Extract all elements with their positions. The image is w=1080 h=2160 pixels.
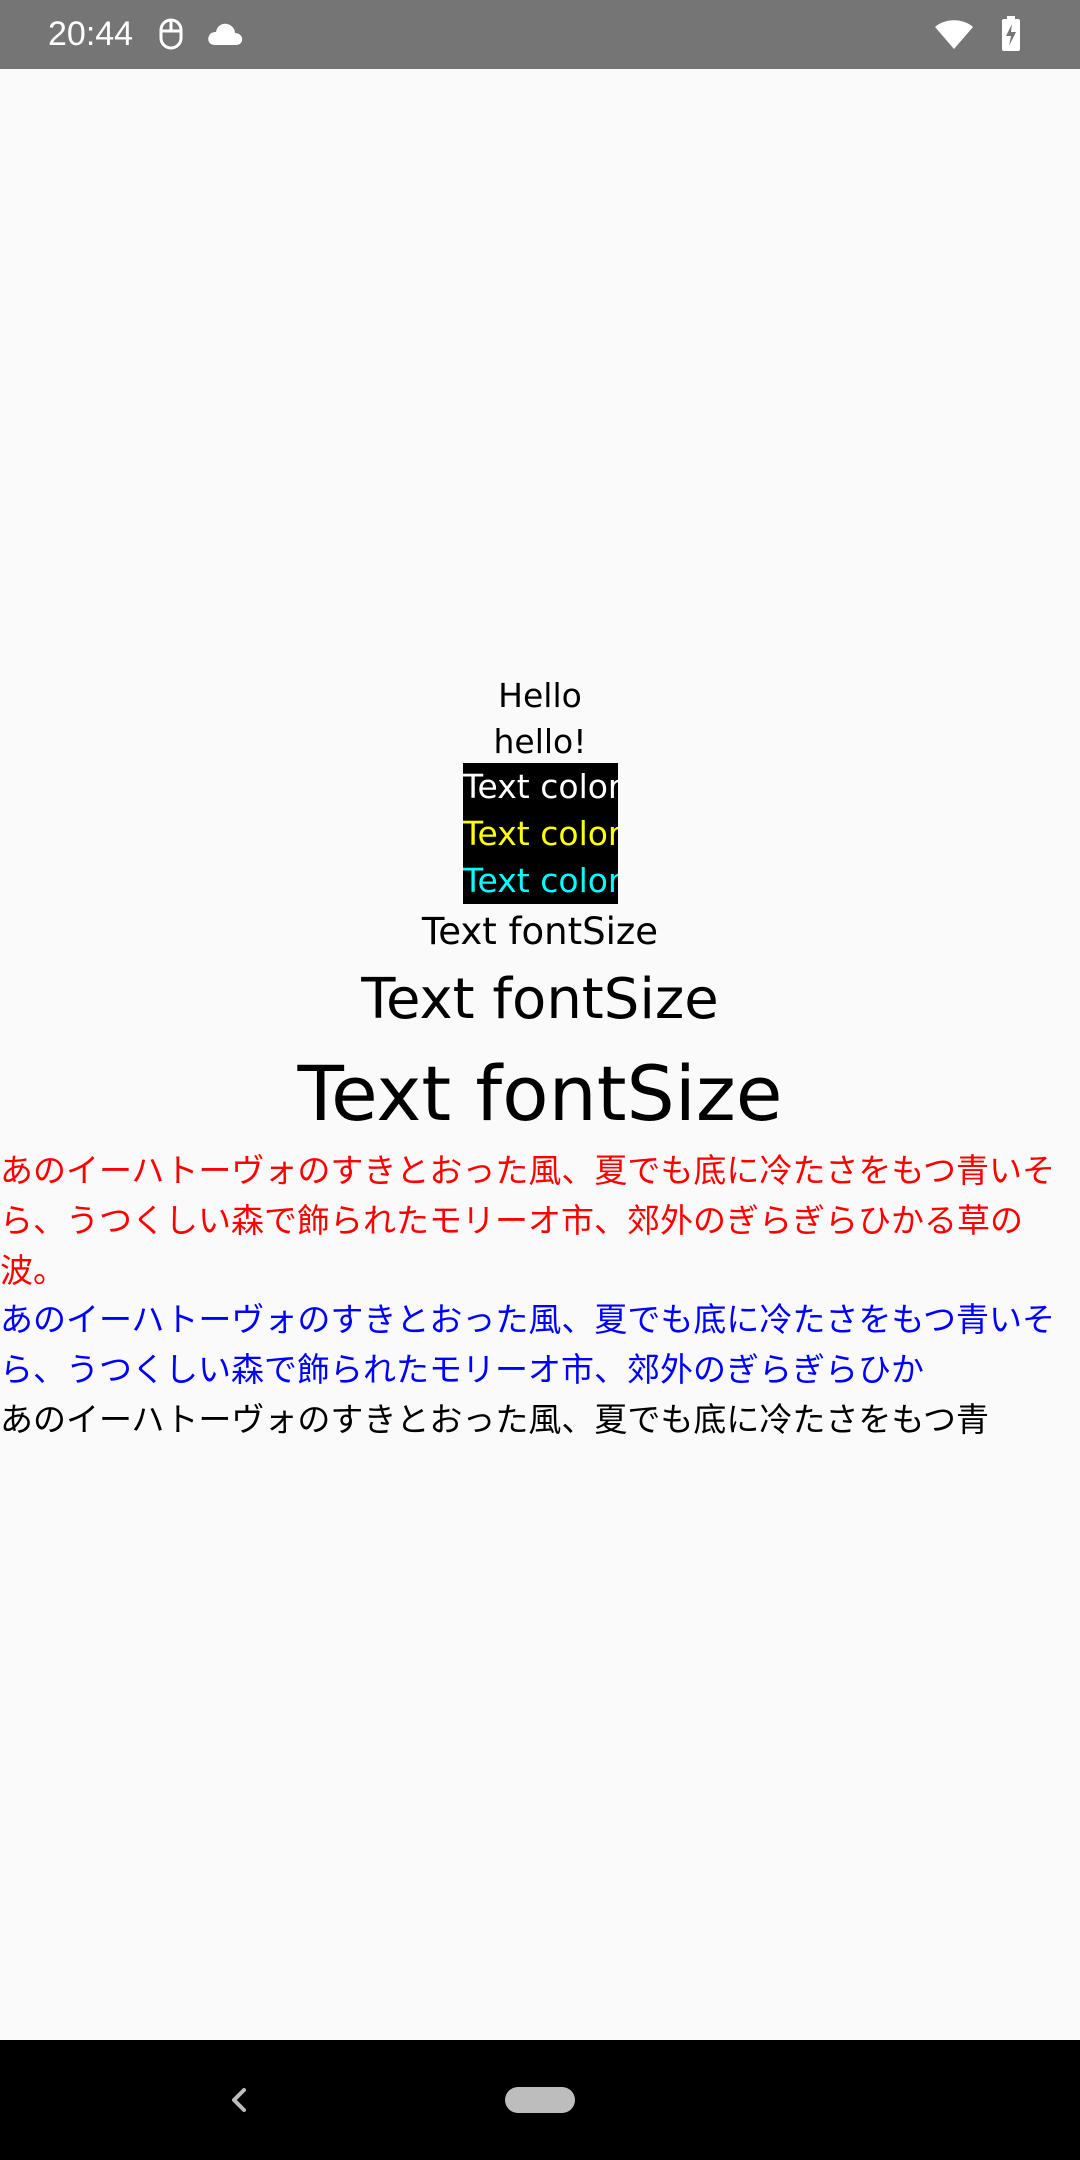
japanese-text-red: あのイーハトーヴォのすきとおった風、夏でも底に冷たさをもつ青いそら、うつくしい森… [0, 1151, 1056, 1290]
text-fontsize-medium: Text fontSize [361, 967, 719, 1032]
navigation-bar [0, 2040, 1080, 2160]
text-color-yellow: Text color [463, 814, 618, 853]
japanese-text-blue: あのイーハトーヴォのすきとおった風、夏でも底に冷たさをもつ青いそら、うつくしい森… [0, 1300, 1056, 1389]
status-left-icons [158, 14, 244, 54]
hello-text: Hello [498, 676, 582, 715]
status-right-icons [934, 12, 1022, 56]
text-fontsize-large: Text fontSize [297, 1049, 783, 1138]
japanese-text-black: あのイーハトーヴォのすきとおった風、夏でも底に冷たさをもつ青 [0, 1400, 990, 1439]
back-icon[interactable] [224, 2078, 254, 2122]
text-color-white: Text color [463, 767, 618, 806]
status-bar: 20:44 [0, 0, 1080, 69]
cloud-icon [208, 23, 243, 45]
text-fontsize-small: Text fontSize [421, 910, 659, 953]
wifi-icon [935, 20, 973, 49]
app-content: Hello hello! Text color Text color Text … [0, 69, 1080, 2040]
home-button[interactable] [505, 2087, 575, 2113]
hello-exclaim-text: hello! [493, 722, 587, 761]
battery-charging-icon [1002, 16, 1020, 51]
mouse-icon [159, 18, 183, 50]
status-time: 20:44 [48, 15, 134, 53]
text-color-cyan: Text color [463, 861, 618, 900]
